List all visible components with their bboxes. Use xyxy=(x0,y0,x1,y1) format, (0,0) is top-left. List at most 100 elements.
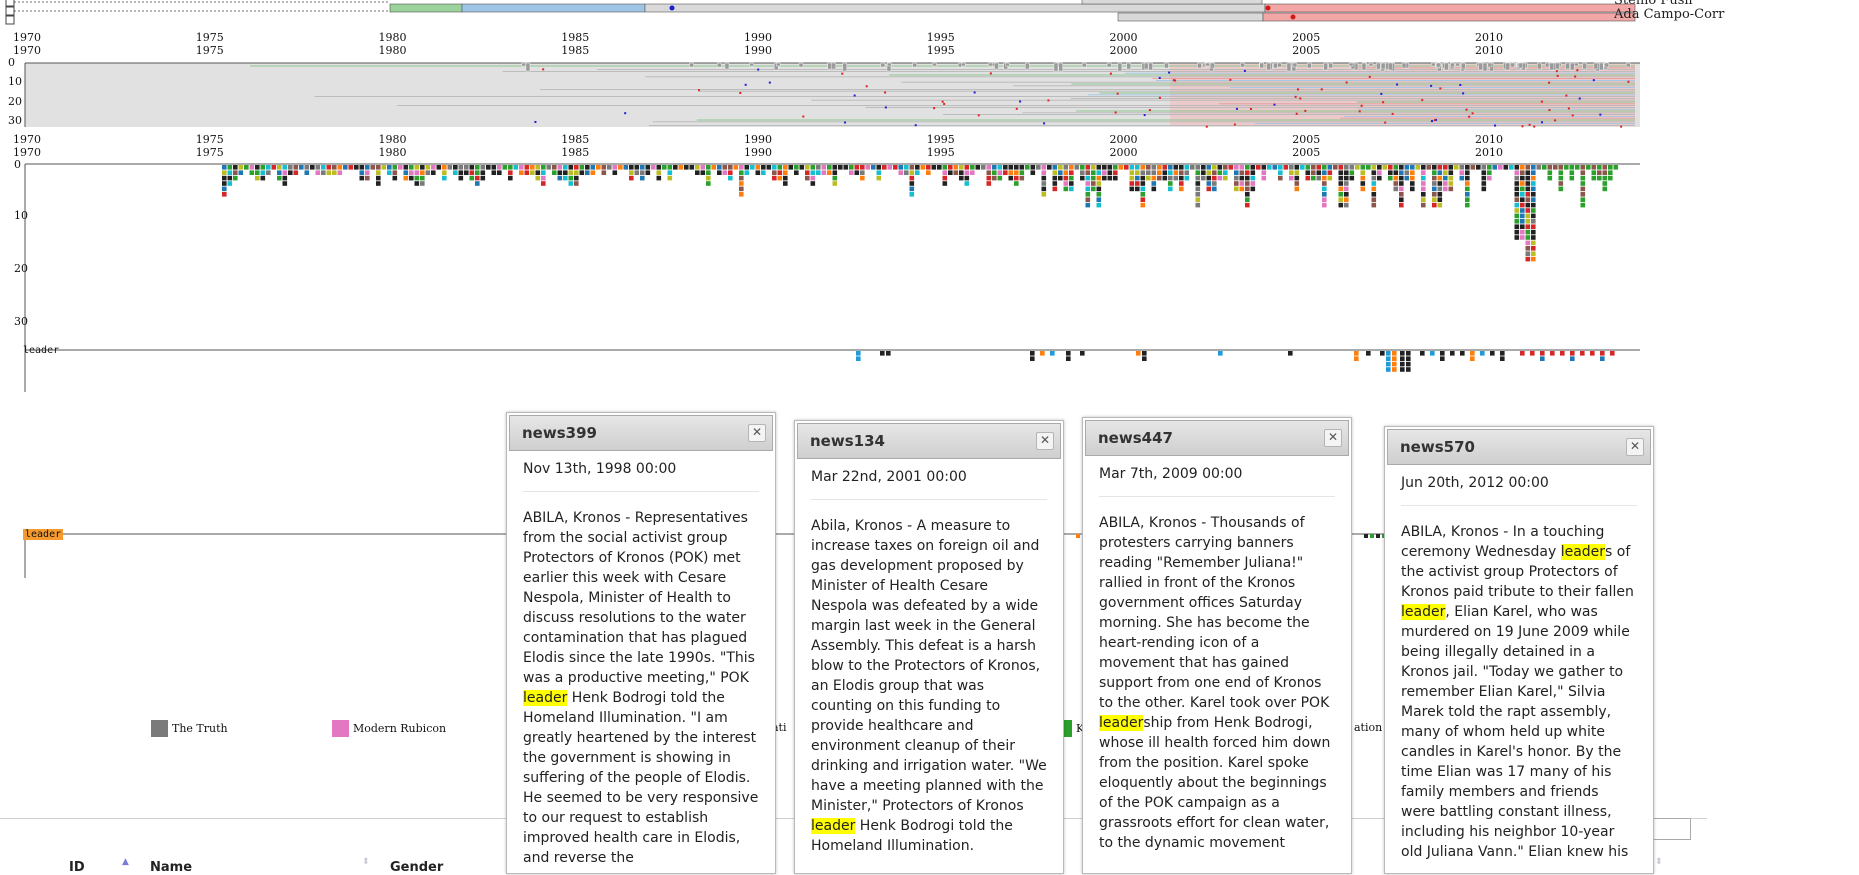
column-header-name[interactable]: Name xyxy=(150,860,192,875)
document-cell xyxy=(585,165,590,170)
document-cell xyxy=(986,165,992,170)
news-popup-1[interactable]: news399 ✕ Nov 13th, 1998 00:00 ABILA, Kr… xyxy=(506,412,776,874)
document-cell xyxy=(310,165,315,170)
document-cell xyxy=(1129,186,1135,192)
document-cell xyxy=(1531,240,1536,246)
overview-tick xyxy=(1286,62,1292,72)
document-cell xyxy=(1195,170,1201,175)
document-cell xyxy=(1432,192,1437,197)
document-cell xyxy=(1514,202,1520,208)
document-cell xyxy=(755,165,761,170)
document-cell xyxy=(1140,197,1146,202)
overview-tick xyxy=(1328,62,1334,69)
document-cell xyxy=(1140,175,1146,181)
year-tick-label: 1995 xyxy=(927,44,955,57)
overview-tick xyxy=(880,62,886,68)
document-cell xyxy=(992,175,997,181)
document-cell xyxy=(1377,175,1382,181)
close-icon[interactable]: ✕ xyxy=(1324,429,1342,447)
document-cell xyxy=(827,170,832,175)
keyword-cell xyxy=(1480,351,1485,356)
document-cell xyxy=(722,170,728,175)
keyword-cell xyxy=(1406,367,1411,372)
keyword-label-lower[interactable]: leader xyxy=(23,529,64,540)
popup-header[interactable]: news134 ✕ xyxy=(797,423,1061,459)
document-cell xyxy=(392,165,398,170)
person-name-2[interactable]: Ada Campo-Corr xyxy=(1614,7,1724,22)
news-popup-3[interactable]: news447 ✕ Mar 7th, 2009 00:00 ABILA, Kro… xyxy=(1082,417,1352,874)
overview-dot xyxy=(933,107,936,110)
document-cell xyxy=(530,165,535,170)
popup-header[interactable]: news570 ✕ xyxy=(1387,429,1651,465)
document-cell xyxy=(1514,213,1520,219)
overview-dot xyxy=(1109,72,1112,75)
overview-dot xyxy=(1430,84,1433,87)
document-cell xyxy=(409,165,414,170)
document-cell xyxy=(1338,202,1344,208)
news-popup-4[interactable]: news570 ✕ Jun 20th, 2012 00:00 ABILA, Kr… xyxy=(1384,426,1654,874)
document-cell xyxy=(1553,165,1558,170)
document-cell xyxy=(381,165,387,170)
keyword-cell xyxy=(1470,351,1475,356)
document-cell xyxy=(304,170,310,175)
document-cell xyxy=(854,170,860,175)
popup-article-text: Abila, Kronos - A measure to increase ta… xyxy=(811,516,1047,856)
keyword-cell xyxy=(1590,351,1595,356)
document-cell xyxy=(1173,165,1179,170)
document-cell xyxy=(1069,181,1074,186)
document-cell xyxy=(233,175,238,181)
overview-dot xyxy=(1421,99,1424,102)
document-cell xyxy=(1113,170,1118,175)
news-popup-2[interactable]: news134 ✕ Mar 22nd, 2001 00:00 Abila, Kr… xyxy=(794,420,1064,874)
overview-dot xyxy=(914,124,917,127)
document-cell xyxy=(1195,192,1201,197)
document-cell xyxy=(1058,170,1063,175)
document-cell xyxy=(563,170,568,175)
document-cell xyxy=(1437,175,1443,181)
document-cell xyxy=(1080,165,1085,170)
overview-tick xyxy=(776,62,781,67)
year-tick-label: 2010 xyxy=(1475,31,1503,44)
document-cell xyxy=(282,165,288,170)
popup-header[interactable]: news447 ✕ xyxy=(1085,420,1349,456)
column-header-gender[interactable]: Gender xyxy=(390,860,443,875)
overview-dot xyxy=(841,72,844,75)
document-cell xyxy=(1019,175,1025,181)
legend-item-the-truth[interactable]: The Truth xyxy=(151,720,228,737)
keyword-cell xyxy=(1030,351,1035,356)
document-cell xyxy=(1245,202,1250,208)
overview-dot xyxy=(1015,107,1018,110)
overview-dot xyxy=(1114,111,1117,114)
document-cell xyxy=(942,175,948,181)
document-cell xyxy=(414,165,420,170)
document-cell xyxy=(777,165,783,170)
document-cell xyxy=(1344,186,1349,192)
document-cell xyxy=(904,170,909,175)
document-cell xyxy=(1531,235,1536,240)
document-cell xyxy=(1525,175,1531,181)
close-icon[interactable]: ✕ xyxy=(748,424,766,442)
document-cell xyxy=(425,165,431,170)
document-cell xyxy=(414,170,420,175)
document-cell xyxy=(1575,165,1580,170)
document-cell xyxy=(1465,197,1470,202)
overview-tick xyxy=(521,62,526,67)
document-cell xyxy=(728,165,733,170)
overview-dot xyxy=(1168,71,1171,74)
document-cell xyxy=(1525,192,1531,197)
close-icon[interactable]: ✕ xyxy=(1036,432,1054,450)
close-icon[interactable]: ✕ xyxy=(1626,438,1644,456)
overview-tick xyxy=(1053,62,1059,72)
document-cell xyxy=(1393,165,1399,170)
document-cell xyxy=(442,165,447,170)
column-header-id[interactable]: ID xyxy=(69,860,85,875)
overview-dot xyxy=(1462,92,1465,95)
document-cell xyxy=(1327,175,1333,181)
document-cell xyxy=(1091,186,1096,192)
popup-header[interactable]: news399 ✕ xyxy=(509,415,773,451)
overview-dot xyxy=(1592,79,1595,82)
document-cell xyxy=(1195,181,1201,186)
document-cell xyxy=(1492,165,1498,170)
document-cell xyxy=(959,170,964,175)
legend-item-modern-rubicon[interactable]: Modern Rubicon xyxy=(332,720,446,737)
